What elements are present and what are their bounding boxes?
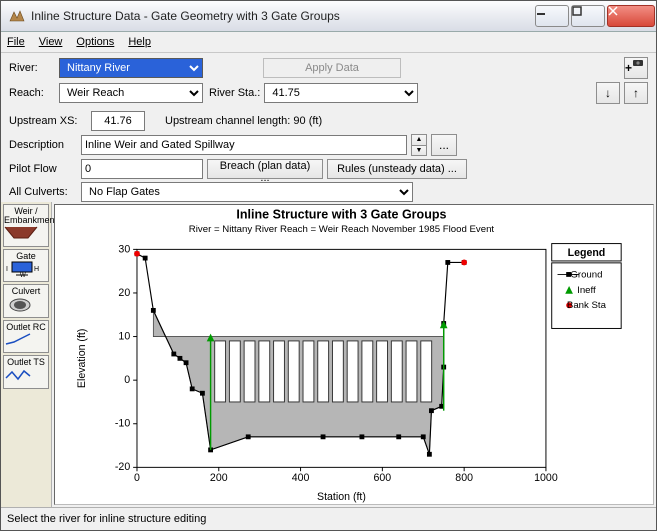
svg-text:1000: 1000	[534, 472, 558, 484]
tool-culvert[interactable]: Culvert	[3, 284, 49, 317]
svg-text:-10: -10	[115, 418, 130, 430]
river-sta-select[interactable]: 41.75	[264, 83, 418, 103]
desc-down-spinner[interactable]: ▼	[412, 145, 426, 156]
close-button[interactable]	[607, 5, 655, 27]
weir-icon	[4, 226, 48, 244]
tool-outlet-ts-label: Outlet TS	[4, 358, 48, 367]
upstream-xs-field[interactable]	[91, 111, 145, 131]
svg-text:River = Nittany River Reach: River = Nittany River Reach = Weir Reach…	[189, 224, 495, 235]
menu-view[interactable]: View	[39, 36, 63, 48]
svg-text:Legend: Legend	[568, 247, 606, 259]
maximize-button[interactable]	[571, 5, 605, 27]
tool-outlet-rc[interactable]: Outlet RC	[3, 320, 49, 353]
apply-data-button[interactable]: Apply Data	[263, 58, 401, 78]
app-icon	[9, 8, 25, 24]
svg-text:200: 200	[210, 472, 228, 484]
svg-text:W: W	[20, 273, 26, 279]
svg-text:400: 400	[292, 472, 310, 484]
plot-area: Inline Structure with 3 Gate Groups River…	[54, 204, 654, 505]
tool-culvert-label: Culvert	[4, 287, 48, 296]
tool-outlet-rc-label: Outlet RC	[4, 323, 48, 332]
svg-text:10: 10	[118, 330, 130, 342]
upstream-xs-label: Upstream XS:	[9, 115, 87, 127]
tool-weir[interactable]: Weir / Embankment	[3, 204, 49, 247]
upstream-len-label: Upstream channel length: 90 (ft)	[165, 115, 322, 127]
rules-button[interactable]: Rules (unsteady data) ...	[327, 159, 467, 179]
reach-select[interactable]: Weir Reach	[59, 83, 203, 103]
reach-label: Reach:	[9, 87, 55, 99]
description-browse-button[interactable]: ...	[431, 134, 457, 156]
outlet-ts-icon	[4, 368, 48, 386]
outlet-rc-icon	[4, 332, 48, 350]
pilot-flow-label: Pilot Flow	[9, 163, 77, 175]
svg-text:0: 0	[134, 472, 140, 484]
svg-text:20: 20	[118, 287, 130, 299]
add-photo-button[interactable]: +	[624, 57, 648, 79]
down-button[interactable]: ↓	[596, 82, 620, 104]
all-culverts-label: All Culverts:	[9, 186, 77, 198]
gate-icon: I H W	[4, 261, 48, 279]
river-sta-label: River Sta.:	[209, 87, 260, 99]
menu-help[interactable]: Help	[128, 36, 151, 48]
tool-gate[interactable]: Gate I H W	[3, 249, 49, 282]
svg-text:Station (ft): Station (ft)	[317, 491, 366, 503]
svg-text:30: 30	[118, 243, 130, 255]
tool-outlet-ts[interactable]: Outlet TS	[3, 355, 49, 388]
svg-text:600: 600	[374, 472, 392, 484]
svg-text:Inline Structure with 3 Gate G: Inline Structure with 3 Gate Groups	[236, 208, 446, 222]
window-title: Inline Structure Data - Gate Geometry wi…	[31, 9, 534, 23]
menu-options[interactable]: Options	[76, 36, 114, 48]
all-culverts-select[interactable]: No Flap Gates	[81, 182, 413, 202]
river-select[interactable]: Nittany River	[59, 58, 203, 78]
pilot-flow-field[interactable]	[81, 159, 203, 179]
description-field[interactable]	[81, 135, 407, 155]
svg-text:0: 0	[124, 374, 130, 386]
svg-text:Ground: Ground	[570, 269, 602, 280]
svg-text:Elevation (ft): Elevation (ft)	[76, 329, 88, 388]
menu-file[interactable]: File	[7, 36, 25, 48]
up-button[interactable]: ↑	[624, 82, 648, 104]
svg-text:H: H	[34, 266, 39, 273]
tool-gate-label: Gate	[4, 252, 48, 261]
culvert-icon	[4, 297, 48, 315]
svg-text:Bank Sta: Bank Sta	[567, 300, 607, 311]
breach-button[interactable]: Breach (plan data) ...	[207, 159, 323, 179]
river-label: River:	[9, 62, 55, 74]
minimize-button[interactable]	[535, 5, 569, 27]
desc-up-spinner[interactable]: ▲	[412, 135, 426, 145]
description-label: Description	[9, 139, 77, 151]
tool-weir-label: Weir / Embankment	[4, 207, 48, 226]
status-text: Select the river for inline structure ed…	[7, 513, 206, 525]
svg-text:-20: -20	[115, 461, 130, 473]
svg-text:Ineff: Ineff	[577, 285, 596, 296]
svg-text:800: 800	[455, 472, 473, 484]
svg-text:I: I	[6, 266, 8, 273]
